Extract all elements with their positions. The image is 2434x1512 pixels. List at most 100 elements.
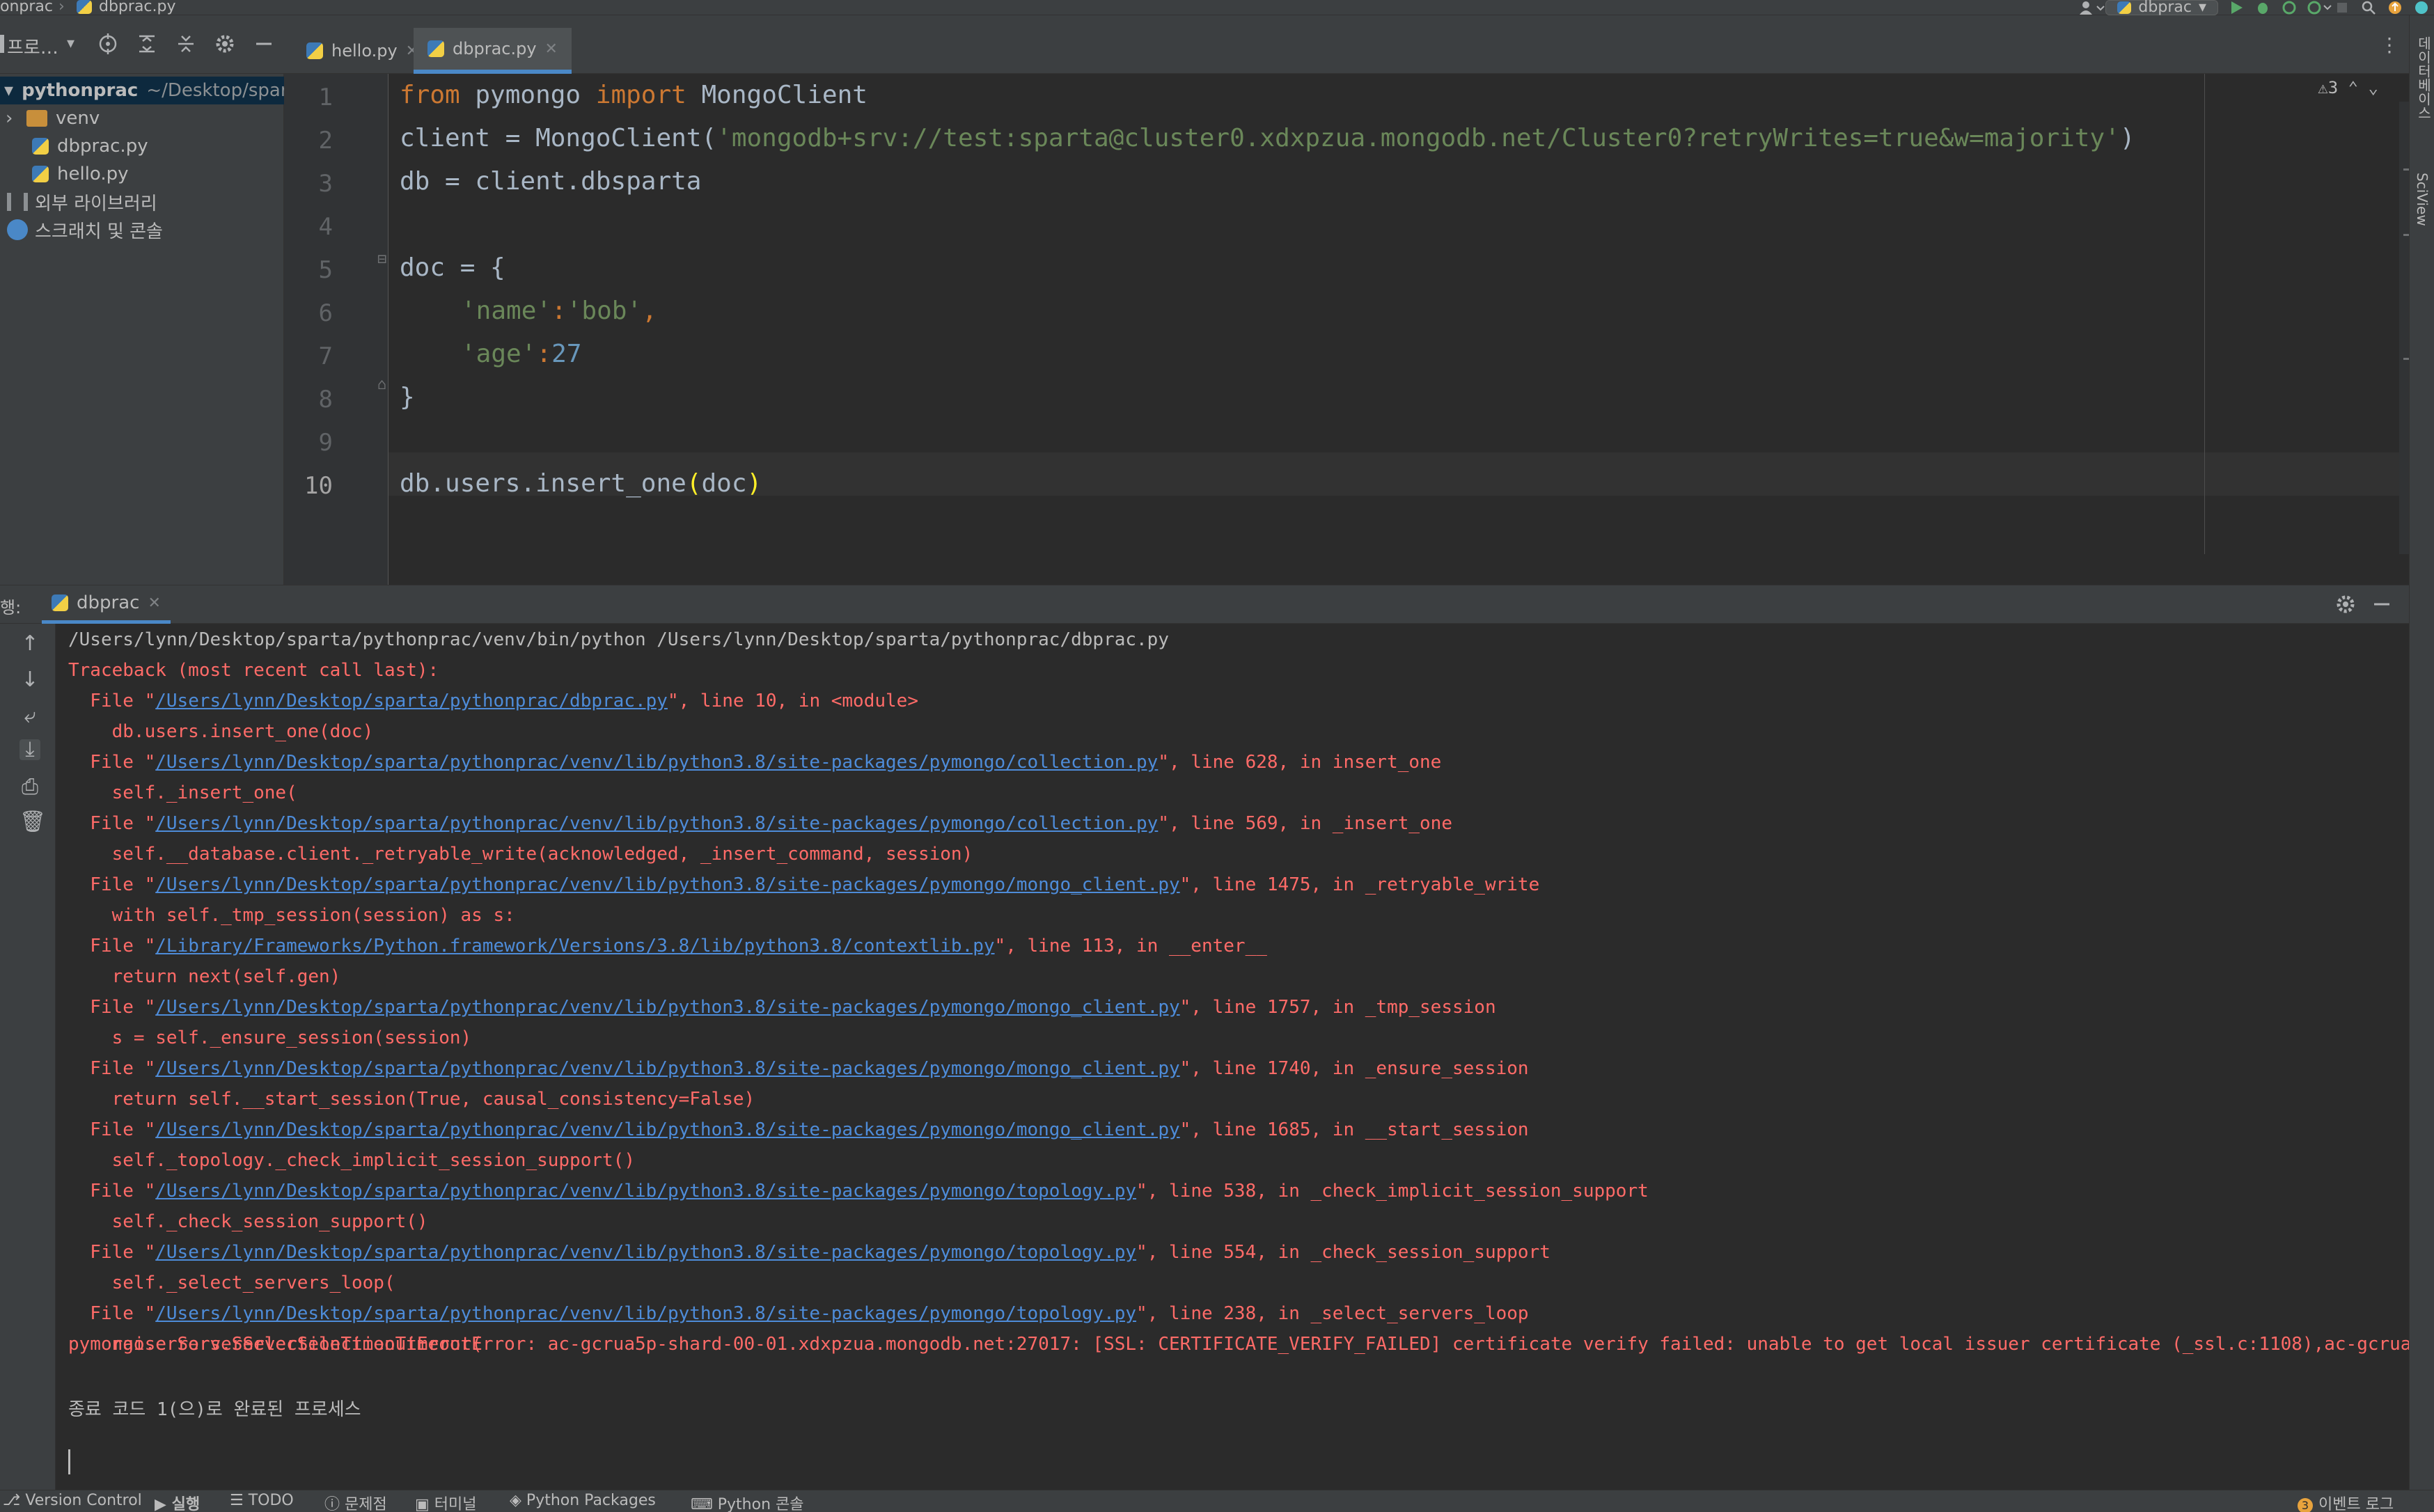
project-panel-title[interactable]: 프로… xyxy=(7,33,58,59)
fold-end-icon[interactable]: ⌂ xyxy=(377,376,386,393)
scratch-icon xyxy=(7,219,28,240)
right-margin-guide xyxy=(2204,74,2205,554)
run-tab-dbprac[interactable]: dbprac ✕ xyxy=(42,585,171,624)
code-line-3: db = client.dbsparta xyxy=(400,167,702,196)
code-line-10: db.users.insert_one(doc) xyxy=(400,469,762,498)
traceback-file-link[interactable]: /Users/lynn/Desktop/sparta/pythonprac/ve… xyxy=(155,1181,1136,1202)
tree-item-pythonprac[interactable]: ▾ pythonprac ~/Desktop/spart xyxy=(0,77,295,104)
user-icon[interactable] xyxy=(2079,1,2105,15)
code-line-2: client = MongoClient('mongodb+srv://test… xyxy=(400,124,2135,152)
debug-icon[interactable] xyxy=(2254,1,2271,15)
traceback-file-link[interactable]: /Users/lynn/Desktop/sparta/pythonprac/ve… xyxy=(155,1058,1179,1079)
inspection-warnings[interactable]: ⚠3 ⌃ ⌄ xyxy=(2318,78,2378,97)
expand-all-icon[interactable] xyxy=(136,33,157,54)
profile-icon[interactable] xyxy=(2307,1,2332,15)
tab-hello-py[interactable]: hello.py ✕ xyxy=(292,28,432,74)
search-icon[interactable] xyxy=(2360,1,2377,15)
run-icon: ▶ xyxy=(155,1496,172,1512)
traceback-file-link[interactable]: /Users/lynn/Desktop/sparta/pythonprac/ve… xyxy=(155,1242,1136,1263)
traceback-file-line: File "/Users/lynn/Desktop/sparta/pythonp… xyxy=(68,874,1539,895)
file-prefix: File " xyxy=(68,1058,156,1079)
traceback-file-line: File "/Users/lynn/Desktop/sparta/pythonp… xyxy=(68,813,1452,834)
console-command-line: /Users/lynn/Desktop/sparta/pythonprac/ve… xyxy=(68,629,1169,650)
arrow-up-icon[interactable]: ↑ xyxy=(19,633,40,654)
traceback-file-link[interactable]: /Users/lynn/Desktop/sparta/pythonprac/ve… xyxy=(155,813,1158,834)
library-icon xyxy=(7,193,28,211)
folder-icon xyxy=(26,110,47,127)
chevron-down-icon[interactable]: ▾ xyxy=(67,35,74,52)
tree-item-hello-py[interactable]: hello.py xyxy=(0,160,129,188)
print-icon[interactable]: ⎙ xyxy=(19,777,40,798)
traceback-location: ", line 1740, in _ensure_session xyxy=(1179,1058,1529,1079)
traceback-location: ", line 554, in _check_session_support xyxy=(1136,1242,1550,1263)
code-editor[interactable]: 1 2 3 4 5 6 7 8 9 10 ⊟ ⌂ from pymongo im… xyxy=(284,74,2434,585)
soft-wrap-icon[interactable]: ⤶ xyxy=(19,706,40,727)
trash-icon[interactable]: 🗑 xyxy=(19,812,46,833)
gear-icon[interactable] xyxy=(2335,594,2356,617)
event-count-badge: 3 xyxy=(2298,1498,2313,1512)
fold-icon[interactable]: ⊟ xyxy=(377,251,386,268)
python-file-icon xyxy=(427,40,444,57)
traceback-file-link[interactable]: /Users/lynn/Desktop/sparta/pythonprac/ve… xyxy=(155,1303,1136,1324)
traceback-location: ", line 10, in <module> xyxy=(667,691,918,711)
line-number: 3 xyxy=(318,170,333,198)
event-log-button[interactable]: 3 이벤트 로그 xyxy=(2298,1492,2394,1512)
minimize-icon[interactable] xyxy=(2371,594,2392,617)
collapse-all-icon[interactable] xyxy=(175,33,196,54)
line-number: 7 xyxy=(318,342,333,370)
project-panel-icon xyxy=(0,35,4,53)
tree-item-scratches[interactable]: 스크래치 및 콘솔 xyxy=(0,216,163,244)
minimize-icon[interactable] xyxy=(253,33,274,54)
todo-tool-button[interactable]: ☰ TODO xyxy=(230,1492,294,1509)
traceback-code-line: self._insert_one( xyxy=(68,782,297,803)
line-number: 5 xyxy=(318,256,333,284)
run-configuration-select[interactable]: dbprac ▾ xyxy=(2105,0,2218,15)
python-icon xyxy=(2117,1,2132,14)
traceback-file-link[interactable]: /Users/lynn/Desktop/sparta/pythonprac/ve… xyxy=(155,997,1179,1018)
scroll-to-end-icon[interactable]: ⤓ xyxy=(19,739,40,760)
editor-tab-bar: hello.py ✕ dbprac.py ✕ ⋮ xyxy=(284,15,2434,74)
tree-item-venv[interactable]: › venv xyxy=(0,104,100,132)
file-prefix: File " xyxy=(68,752,156,773)
coverage-icon[interactable] xyxy=(2281,1,2298,15)
arrow-down-icon[interactable]: ↓ xyxy=(19,670,40,691)
traceback-file-link[interactable]: /Library/Frameworks/Python.framework/Ver… xyxy=(155,936,994,956)
file-prefix: File " xyxy=(68,813,156,834)
project-toolbar: 프로… ▾ xyxy=(0,15,284,74)
tab-dbprac-py[interactable]: dbprac.py ✕ xyxy=(414,28,572,74)
list-icon: ☰ xyxy=(230,1492,249,1509)
python-console-tool-button[interactable]: ⌨ Python 콘솔 xyxy=(691,1492,803,1512)
info-icon: ⓘ xyxy=(324,1496,345,1512)
traceback-file-link[interactable]: /Users/lynn/Desktop/sparta/pythonprac/ve… xyxy=(155,1119,1179,1140)
terminal-tool-button[interactable]: ▣ 터미널 xyxy=(415,1492,477,1512)
chevron-down-icon: ⌄ xyxy=(2368,78,2378,97)
close-icon[interactable]: ✕ xyxy=(545,40,558,58)
stop-icon[interactable] xyxy=(2334,1,2350,15)
run-console-output[interactable]: /Users/lynn/Desktop/sparta/pythonprac/ve… xyxy=(56,624,2409,1490)
update-icon[interactable] xyxy=(2387,1,2403,15)
more-options-icon[interactable]: ⋮ xyxy=(2380,33,2399,56)
traceback-file-link[interactable]: /Users/lynn/Desktop/sparta/pythonprac/ve… xyxy=(155,752,1158,773)
tree-item-external-libraries[interactable]: 외부 라이브러리 xyxy=(0,188,157,216)
close-icon[interactable]: ✕ xyxy=(148,594,160,612)
run-icon[interactable] xyxy=(2228,1,2245,15)
breadcrumb-project[interactable]: onprac xyxy=(0,0,53,15)
tree-item-dbprac-py[interactable]: dbprac.py xyxy=(0,132,148,160)
python-icon xyxy=(52,594,68,611)
traceback-location: ", line 1757, in _tmp_session xyxy=(1179,997,1496,1018)
python-file-icon xyxy=(32,138,49,155)
run-tool-button[interactable]: ▶ 실행 xyxy=(155,1492,200,1512)
traceback-code-line: self._topology._check_implicit_session_s… xyxy=(68,1150,635,1171)
breadcrumb-file[interactable]: dbprac.py xyxy=(99,0,176,15)
jetbrains-logo-icon[interactable] xyxy=(2413,1,2430,15)
locate-icon[interactable] xyxy=(97,33,118,54)
version-control-button[interactable]: ⎇ Version Control xyxy=(3,1492,142,1509)
traceback-file-link[interactable]: /Users/lynn/Desktop/sparta/pythonprac/ve… xyxy=(155,874,1179,895)
problems-tool-button[interactable]: ⓘ 문제점 xyxy=(324,1492,387,1512)
python-file-icon xyxy=(77,0,92,14)
database-tool-button[interactable]: 데이터베이스 xyxy=(2414,36,2434,120)
traceback-file-link[interactable]: /Users/lynn/Desktop/sparta/pythonprac/db… xyxy=(155,691,668,711)
python-packages-tool-button[interactable]: ◈ Python Packages xyxy=(510,1492,656,1509)
gear-icon[interactable] xyxy=(214,33,235,54)
sciview-tool-button[interactable]: SciView xyxy=(2414,173,2431,226)
